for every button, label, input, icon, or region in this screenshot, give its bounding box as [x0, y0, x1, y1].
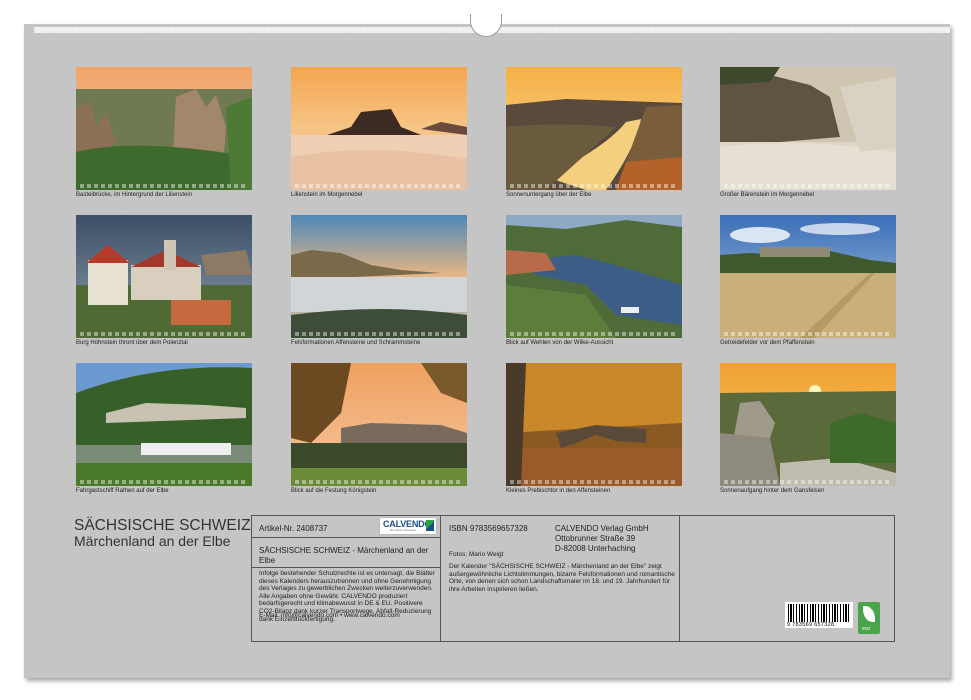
divider: [251, 537, 440, 538]
photo-pfaffenstein: [720, 215, 896, 338]
photo-affensteine: [291, 215, 467, 338]
publisher-name: CALVENDO Verlag GmbH: [555, 524, 649, 533]
isbn: ISBN 9783569657328: [449, 524, 528, 533]
photo-caption: Fahrgastschiff Rathen auf der Elbe: [76, 488, 169, 494]
contact-email: E-Mail: info@calvendo.com • www.calvendo…: [259, 612, 400, 619]
leaf-icon: [863, 606, 875, 622]
calvendo-logo: CALVENDO Die Welt entdecken: [379, 517, 437, 535]
photo-caption: Lilienstein im Morgennebel: [291, 192, 363, 198]
article-number: Artikel-Nr. 2408737: [259, 524, 328, 533]
photo-caption: Felsformationen Affensteine und Schramms…: [291, 340, 421, 346]
product-title: SÄCHSISCHE SCHWEIZ - Märchenland an der …: [259, 546, 429, 565]
photo-caption: Großer Bärenstein im Morgennebel: [720, 192, 815, 198]
photo-caption: Burg Hohnstein thront über dem Polenztal: [76, 340, 188, 346]
photo-caption: Sonnenuntergang über der Elbe: [506, 192, 592, 198]
publisher-street: Ottobrunner Straße 39: [555, 534, 636, 543]
barcode: 9 783569 657328: [785, 602, 853, 628]
calendar-subtitle: Märchenland an der Elbe: [74, 533, 231, 549]
photo-basteibruecke: [76, 67, 252, 190]
logo-tagline: Die Welt entdecken: [390, 528, 416, 532]
eco-badge: eco: [858, 602, 880, 634]
photo-baerenstein: [720, 67, 896, 190]
photo-burg-hohnstein: [76, 215, 252, 338]
photo-wehlen: [506, 215, 682, 338]
photo-caption: Blick auf Wehlen von der Wilke-Aussicht: [506, 340, 614, 346]
photo-festung-koenigstein: [291, 363, 467, 486]
photo-lilienstein: [291, 67, 467, 190]
photo-caption: Blick auf die Festung Königstein: [291, 488, 377, 494]
photo-prebischtor: [506, 363, 682, 486]
photographer: Fotos: Mario Weigt: [449, 551, 504, 558]
photo-fahrgastschiff: [76, 363, 252, 486]
barcode-bars: [788, 604, 850, 622]
divider: [251, 567, 440, 568]
barcode-number: 9 783569 657328: [787, 622, 835, 628]
photo-caption: Kleines Prebischtor in den Affensteinen: [506, 488, 611, 494]
photo-gansfelsen: [720, 363, 896, 486]
publisher-city: D-82008 Unterhaching: [555, 544, 636, 553]
eco-label: eco: [862, 626, 871, 632]
description: Der Kalender "SÄCHSISCHE SCHWEIZ - Märch…: [449, 563, 675, 593]
photo-caption: Sonnenaufgang hinter dem Gansfelsen: [720, 488, 825, 494]
divider: [679, 515, 680, 641]
photo-caption: Basteibrücke, im Hintergrund der Liliens…: [76, 192, 193, 198]
calendar-title: SÄCHSISCHE SCHWEIZ: [74, 517, 251, 534]
logo-mark-icon: [426, 520, 434, 531]
photo-elbe-sunset: [506, 67, 682, 190]
divider: [440, 515, 441, 641]
photo-caption: Getreidefelder vor dem Pfaffenstein: [720, 340, 815, 346]
